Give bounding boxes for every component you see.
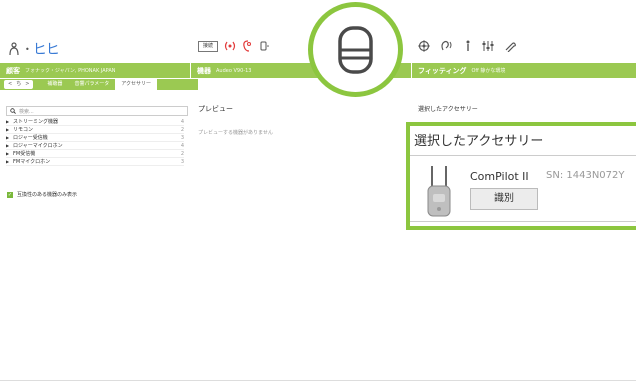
device-tabs: < ち > 補聴器 音響パラメータ アクセサリー — [0, 79, 198, 90]
category-item[interactable]: ▶ ストリーミング機器 4 — [6, 118, 184, 126]
search-placeholder: 検索... — [19, 108, 34, 115]
app-logo: • ヒヒ — [8, 41, 60, 58]
back-icon[interactable]: < — [8, 81, 12, 88]
preview-panel: プレビュー プレビューする機器がありません — [198, 90, 408, 380]
category-name: リモコン — [13, 127, 34, 133]
fitting-program: Off 静かな環境 — [471, 68, 506, 74]
category-item[interactable]: ▶ FMマイクロホン 3 — [6, 158, 184, 166]
category-count: 3 — [180, 158, 184, 165]
target-icon[interactable] — [418, 40, 430, 52]
ear-icon[interactable] — [440, 40, 454, 52]
category-count: 2 — [180, 126, 184, 133]
device-serial: SN: 1443N072Y — [546, 170, 625, 181]
divider — [410, 155, 636, 156]
category-item[interactable]: ▶ リモコン 2 — [6, 126, 184, 134]
expand-icon[interactable]: ▶ — [6, 143, 13, 148]
compatible-only-checkbox[interactable]: ✓ 互換性のある機器のみ表示 — [7, 191, 77, 198]
client-name: フォナック・ジャパン, PHONAK JAPAN — [25, 68, 116, 74]
expand-icon[interactable]: ▶ — [6, 151, 13, 156]
logo-dot: • — [25, 44, 30, 54]
zoom-callout: 選択したアクセサリー ComPilot II SN: 1443N072Y 識別 — [406, 122, 636, 230]
hearing-aid-icon[interactable] — [242, 40, 252, 52]
fitting-section[interactable]: フィッティング Off 静かな環境 — [412, 63, 636, 78]
forward-icon[interactable]: > — [25, 81, 29, 88]
expand-icon[interactable]: ▶ — [6, 159, 13, 164]
zoom-title: 選択したアクセサリー — [414, 134, 544, 149]
user-icon — [9, 42, 19, 56]
remote-icon[interactable] — [258, 40, 270, 52]
category-name: ロジャー受信機 — [13, 135, 48, 141]
compatible-only-label: 互換性のある機器のみ表示 — [17, 192, 78, 198]
selected-accessory-title: 選択したアクセサリー — [418, 106, 478, 113]
expand-icon[interactable]: ▶ — [6, 135, 13, 140]
client-section[interactable]: 顧客 フォナック・ジャパン, PHONAK JAPAN — [0, 63, 190, 78]
tools-icon[interactable] — [504, 40, 516, 52]
tab-acoustic-parameters[interactable]: 音響パラメータ — [68, 79, 115, 90]
compilot-device-icon — [427, 166, 451, 217]
category-count: 3 — [180, 134, 184, 141]
preview-title: プレビュー — [198, 105, 233, 113]
device-toolbar: 接続 — [198, 40, 270, 52]
category-name: ロジャーマイクロホン — [13, 143, 63, 149]
category-list: ▶ ストリーミング機器 4 ▶ リモコン 2 ▶ ロジャー受信機 3 ▶ ロジャーマイクロホン… — [6, 118, 184, 166]
search-icon — [10, 108, 16, 114]
fitting-toolbar — [418, 40, 516, 52]
device-model: Audeo V90-13 — [216, 67, 252, 74]
category-name: FM受信機 — [13, 151, 36, 157]
nav-mid[interactable]: ち — [16, 81, 21, 88]
category-name: FMマイクロホン — [13, 159, 51, 165]
category-name: ストリーミング機器 — [13, 119, 59, 125]
check-icon[interactable]: ✓ — [7, 191, 13, 198]
accessory-catalog: 検索... ▶ ストリーミング機器 4 ▶ リモコン 2 ▶ ロジャー受信機 3 ▶ ロジャー… — [0, 90, 190, 380]
nav-buttons[interactable]: < ち > — [4, 80, 34, 89]
tab-hearing-aids[interactable]: 補聴器 — [41, 79, 68, 90]
expand-icon[interactable]: ▶ — [6, 119, 13, 124]
device-name: ComPilot II — [470, 170, 529, 183]
connect-button[interactable]: 接続 — [198, 40, 218, 52]
category-item[interactable]: ▶ ロジャーマイクロホン 4 — [6, 142, 184, 150]
sliders-icon[interactable] — [482, 40, 494, 52]
preview-empty-text: プレビューする機器がありません — [198, 130, 273, 136]
fitting-label: フィッティング — [418, 66, 467, 75]
person-icon[interactable] — [464, 40, 472, 52]
search-input[interactable]: 検索... — [6, 106, 188, 116]
identify-button[interactable]: 識別 — [470, 188, 538, 210]
connect-device-icon[interactable] — [224, 41, 236, 51]
category-count: 4 — [180, 118, 184, 125]
logo-text: ヒヒ — [32, 42, 60, 58]
app-window: • ヒヒ 接続 顧客 フォナック・ジャパン, PHONAK JAPAN 機器 A… — [0, 0, 636, 381]
devices-label: 機器 — [197, 66, 211, 75]
client-label: 顧客 — [6, 66, 20, 75]
tab-accessories[interactable]: アクセサリー — [115, 79, 158, 90]
divider — [410, 221, 636, 222]
zoom-circle — [308, 2, 403, 97]
category-item[interactable]: ▶ FM受信機 2 — [6, 150, 184, 158]
remote-device-icon — [338, 26, 373, 74]
category-count: 2 — [180, 150, 184, 157]
category-count: 4 — [180, 142, 184, 149]
category-item[interactable]: ▶ ロジャー受信機 3 — [6, 134, 184, 142]
expand-icon[interactable]: ▶ — [6, 127, 13, 132]
